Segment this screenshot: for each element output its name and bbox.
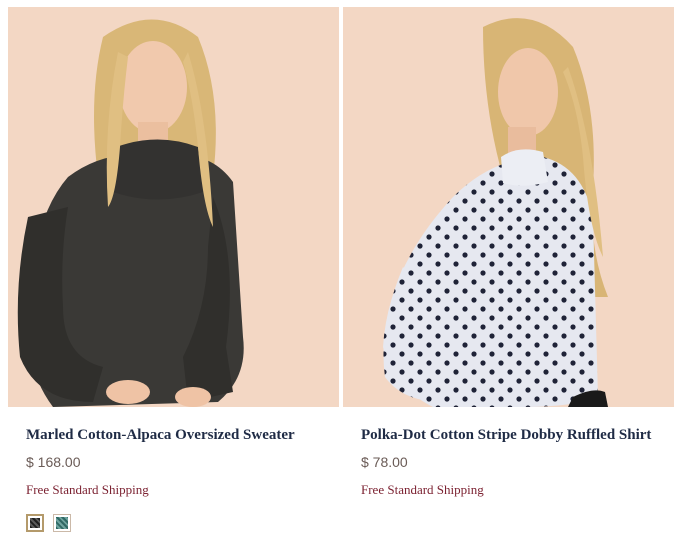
- swatch-teal-fill: [56, 517, 68, 529]
- product-title[interactable]: Marled Cotton-Alpaca Oversized Sweater: [26, 426, 326, 444]
- shipping-note: Free Standard Shipping: [26, 482, 149, 497]
- product-card: Polka-Dot Cotton Stripe Dobby Ruffled Sh…: [343, 7, 674, 498]
- product-image[interactable]: [343, 7, 674, 407]
- product-image[interactable]: [8, 7, 339, 407]
- product-card: Marled Cotton-Alpaca Oversized Sweater $…: [8, 7, 339, 532]
- product-photo-sweater: [8, 7, 339, 407]
- swatch-teal[interactable]: [53, 514, 71, 532]
- swatch-charcoal-fill: [30, 518, 40, 528]
- product-photo-shirt: [343, 7, 674, 407]
- color-swatches: [26, 514, 339, 532]
- product-price: $ 78.00: [361, 454, 408, 470]
- product-title[interactable]: Polka-Dot Cotton Stripe Dobby Ruffled Sh…: [361, 426, 661, 444]
- shipping-note: Free Standard Shipping: [361, 482, 484, 497]
- product-price: $ 168.00: [26, 454, 81, 470]
- swatch-charcoal[interactable]: [26, 514, 44, 532]
